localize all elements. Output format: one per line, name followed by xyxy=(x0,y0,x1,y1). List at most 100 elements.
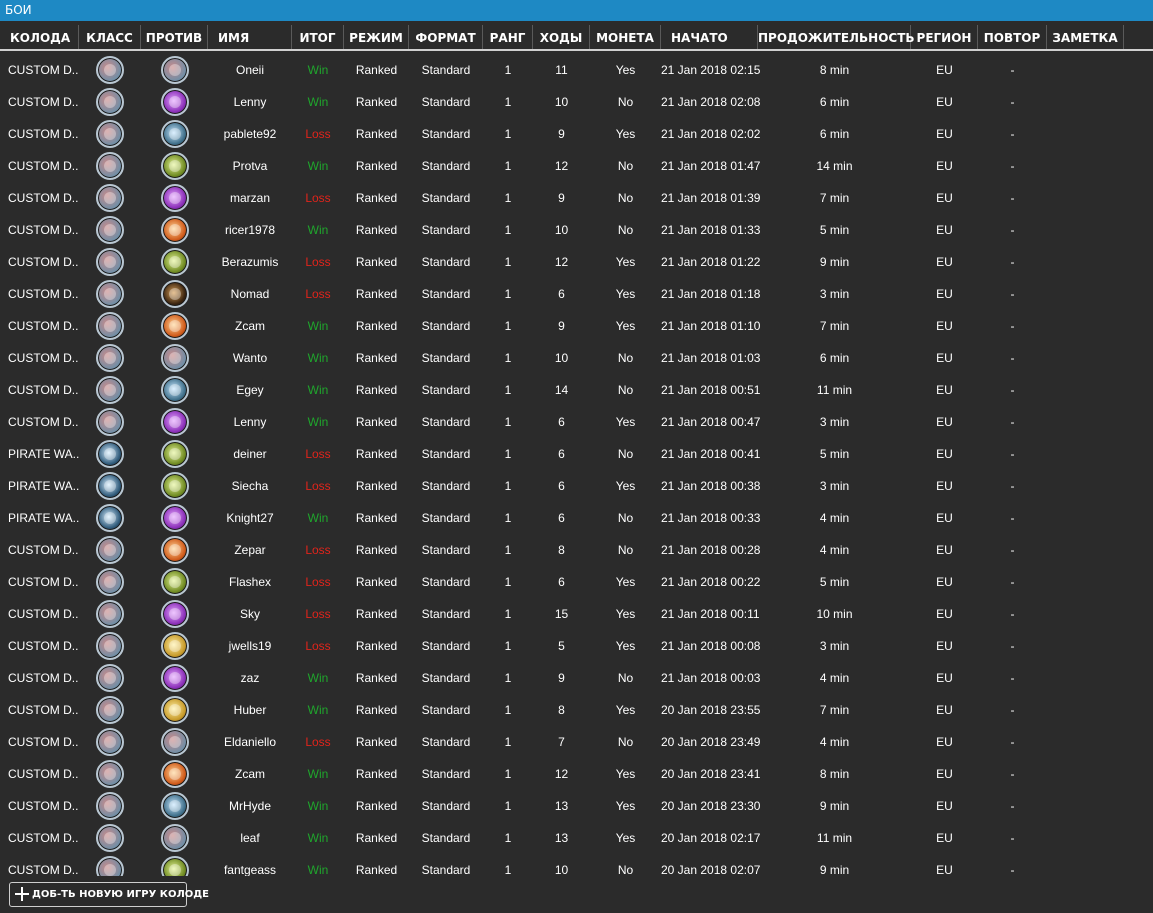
opponent-name-cell: Zepar xyxy=(234,543,266,557)
column-header-region[interactable]: РЕГИОН xyxy=(911,25,978,49)
warrior-icon xyxy=(96,312,124,340)
table-row[interactable]: PIRATE WA... Siecha Loss Ranked Standard 1 6 Ye… xyxy=(0,470,1153,502)
opponent-name-cell: Oneii xyxy=(235,63,264,77)
table-row[interactable]: CUSTOM D... zaz Win Ranked Standard 1 9 No 21 Ja… xyxy=(0,662,1153,694)
table-row[interactable]: CUSTOM D... Flashex Loss Ranked Standard 1 6 Ye… xyxy=(0,566,1153,598)
column-header-replay[interactable]: ПОВТОР xyxy=(978,25,1047,49)
column-header-against[interactable]: ПРОТИВ xyxy=(141,25,208,49)
column-header-turns[interactable]: ХОДЫ xyxy=(533,25,590,49)
deck-cell: CUSTOM D... xyxy=(8,831,79,845)
table-row[interactable]: CUSTOM D... Zcam Win Ranked Standard 1 9 Yes 21 … xyxy=(0,310,1153,342)
warrior-icon xyxy=(96,632,124,660)
warrior-icon xyxy=(96,760,124,788)
column-header-format[interactable]: ФОРМАТ xyxy=(409,25,483,49)
turns-cell: 10 xyxy=(554,95,569,109)
table-row[interactable]: CUSTOM D... Berazumis Loss Ranked Standard 1 1… xyxy=(0,246,1153,278)
column-header-coin[interactable]: МОНЕТА xyxy=(590,25,661,49)
duration-cell: 9 min xyxy=(819,799,850,813)
column-header-duration[interactable]: ПРОДОЖИТЕЛЬНОСТЬ xyxy=(758,25,915,49)
format-cell: Standard xyxy=(421,95,471,109)
column-header-result[interactable]: ИТОГ xyxy=(292,25,344,49)
column-header-note[interactable]: ЗАМЕТКА xyxy=(1047,25,1124,49)
deck-cell: CUSTOM D... xyxy=(8,575,79,589)
turns-cell: 12 xyxy=(554,255,569,269)
table-row[interactable]: CUSTOM D... MrHyde Win Ranked Standard 1 13 Yes… xyxy=(0,790,1153,822)
warrior-icon xyxy=(96,184,124,212)
table-row[interactable]: CUSTOM D... Zcam Win Ranked Standard 1 12 Yes 20… xyxy=(0,758,1153,790)
turns-cell: 13 xyxy=(554,831,569,845)
result-cell: Win xyxy=(307,511,329,525)
column-header-started[interactable]: НАЧАТО xyxy=(661,25,758,49)
result-cell: Win xyxy=(307,415,329,429)
table-row[interactable]: CUSTOM D... fantgeass Win Ranked Standard 1 10… xyxy=(0,854,1153,876)
table-row[interactable]: CUSTOM D... Nomad Loss Ranked Standard 1 6 Yes 2… xyxy=(0,278,1153,310)
deck-cell: CUSTOM D... xyxy=(8,63,79,77)
result-cell: Loss xyxy=(305,287,331,301)
column-header-deck[interactable]: КОЛОДА xyxy=(0,25,79,49)
coin-cell: Yes xyxy=(615,639,636,653)
duration-cell: 11 min xyxy=(816,831,853,845)
rank-cell: 1 xyxy=(504,287,512,301)
table-row[interactable]: PIRATE WA... Knight27 Win Ranked Standard 1 6 N… xyxy=(0,502,1153,534)
deck-cell: CUSTOM D... xyxy=(8,223,79,237)
replay-cell: - xyxy=(1010,383,1015,397)
result-cell: Loss xyxy=(305,191,331,205)
turns-cell: 6 xyxy=(558,511,565,525)
table-row[interactable]: CUSTOM D... leaf Win Ranked Standard 1 13 Yes 20… xyxy=(0,822,1153,854)
opponent-name-cell: deiner xyxy=(233,447,267,461)
coin-cell: Yes xyxy=(615,127,636,141)
pirate-warrior-icon xyxy=(96,504,124,532)
replay-cell: - xyxy=(1010,671,1015,685)
warrior-icon xyxy=(96,280,124,308)
table-row[interactable]: CUSTOM D... Oneii Win Ranked Standard 1 11 Yes 2… xyxy=(0,54,1153,86)
table-row[interactable]: PIRATE WA... deiner Loss Ranked Standard 1 6 No… xyxy=(0,438,1153,470)
replay-cell: - xyxy=(1010,255,1015,269)
started-cell: 20 Jan 2018 02:07 xyxy=(661,863,761,876)
table-row[interactable]: CUSTOM D... Eldaniello Loss Ranked Standard 1… xyxy=(0,726,1153,758)
opponent-name-cell: MrHyde xyxy=(228,799,271,813)
add-game-button[interactable]: ДОБ-ТЬ НОВУЮ ИГРУ КОЛОДЕ xyxy=(9,882,209,907)
table-row[interactable]: CUSTOM D... Lenny Win Ranked Standard 1 6 Yes 21… xyxy=(0,406,1153,438)
region-cell: EU xyxy=(936,351,953,365)
table-row[interactable]: CUSTOM D... Lenny Win Ranked Standard 1 10 No 21… xyxy=(0,86,1153,118)
warrior-icon xyxy=(96,792,124,820)
table-row[interactable]: CUSTOM D... Sky Loss Ranked Standard 1 15 Yes 21… xyxy=(0,598,1153,630)
table-row[interactable]: CUSTOM D... Huber Win Ranked Standard 1 8 Yes 20… xyxy=(0,694,1153,726)
result-cell: Win xyxy=(307,383,329,397)
format-cell: Standard xyxy=(421,511,471,525)
coin-cell: No xyxy=(617,671,634,685)
mode-cell: Ranked xyxy=(355,383,398,397)
result-cell: Win xyxy=(307,95,329,109)
table-row[interactable]: CUSTOM D... pablete92 Loss Ranked Standard 1 9… xyxy=(0,118,1153,150)
opponent-name-cell: Wanto xyxy=(232,351,268,365)
table-row[interactable]: CUSTOM D... Zepar Loss Ranked Standard 1 8 No 21… xyxy=(0,534,1153,566)
duration-cell: 7 min xyxy=(819,191,850,205)
column-header-rank[interactable]: РАНГ xyxy=(483,25,533,49)
deck-cell: CUSTOM D... xyxy=(8,671,79,685)
table-row[interactable]: CUSTOM D... Wanto Win Ranked Standard 1 10 No 21… xyxy=(0,342,1153,374)
deck-cell: CUSTOM D... xyxy=(8,127,79,141)
druid-icon xyxy=(161,152,189,180)
table-row[interactable]: CUSTOM D... ricer1978 Win Ranked Standard 1 10… xyxy=(0,214,1153,246)
table-row[interactable]: CUSTOM D... Protva Win Ranked Standard 1 12 No 2… xyxy=(0,150,1153,182)
region-cell: EU xyxy=(936,863,953,876)
table-row[interactable]: CUSTOM D... Egey Win Ranked Standard 1 14 No 21 … xyxy=(0,374,1153,406)
duration-cell: 9 min xyxy=(819,255,850,269)
table-row[interactable]: CUSTOM D... marzan Loss Ranked Standard 1 9 No 2… xyxy=(0,182,1153,214)
column-header-name[interactable]: ИМЯ xyxy=(208,25,292,49)
mode-cell: Ranked xyxy=(355,415,398,429)
rank-cell: 1 xyxy=(504,447,512,461)
warlock-icon xyxy=(161,184,189,212)
table-row[interactable]: CUSTOM D... jwells19 Loss Ranked Standard 1 5 Y… xyxy=(0,630,1153,662)
format-cell: Standard xyxy=(421,671,471,685)
coin-cell: No xyxy=(617,95,634,109)
coin-cell: Yes xyxy=(615,287,636,301)
format-cell: Standard xyxy=(421,383,471,397)
column-header-class[interactable]: КЛАСС xyxy=(79,25,141,49)
format-cell: Standard xyxy=(421,575,471,589)
opponent-name-cell: Nomad xyxy=(230,287,270,301)
column-header-mode[interactable]: РЕЖИМ xyxy=(344,25,409,49)
deck-cell: CUSTOM D... xyxy=(8,799,79,813)
duration-cell: 3 min xyxy=(819,287,850,301)
result-cell: Loss xyxy=(305,127,331,141)
